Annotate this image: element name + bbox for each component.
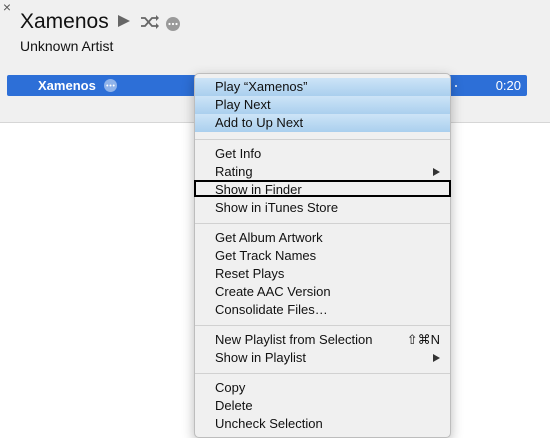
menu-item-label: Get Album Artwork xyxy=(215,230,323,245)
menu-item-label: Delete xyxy=(215,398,253,413)
menu-item-delete[interactable]: Delete xyxy=(195,397,450,415)
track-name: Xamenos xyxy=(38,78,96,93)
menu-item-label: Copy xyxy=(215,380,246,395)
play-icon[interactable] xyxy=(116,14,132,28)
menu-item-play-next[interactable]: Play Next xyxy=(195,96,450,114)
menu-separator xyxy=(195,223,450,224)
menu-item-consolidate-files[interactable]: Consolidate Files… xyxy=(195,301,450,319)
menu-item-play[interactable]: Play “Xamenos” xyxy=(195,78,450,96)
menu-item-copy[interactable]: Copy xyxy=(195,379,450,397)
menu-item-shortcut: ⇧⌘N xyxy=(406,332,440,347)
album-title: Xamenos xyxy=(20,10,109,33)
submenu-arrow-icon xyxy=(433,168,440,176)
menu-item-get-info[interactable]: Get Info xyxy=(195,145,450,163)
menu-item-label: Show in iTunes Store xyxy=(215,200,339,215)
menu-item-get-album-artwork[interactable]: Get Album Artwork xyxy=(195,229,450,247)
menu-item-label: Uncheck Selection xyxy=(215,416,323,431)
menu-item-label: Consolidate Files… xyxy=(215,302,328,317)
menu-item-get-track-names[interactable]: Get Track Names xyxy=(195,247,450,265)
menu-item-label: Create AAC Version xyxy=(215,284,331,299)
menu-separator xyxy=(195,373,450,374)
track-marker xyxy=(455,85,457,87)
menu-item-label: Play “Xamenos” xyxy=(215,79,308,94)
menu-item-label: Get Track Names xyxy=(215,248,317,263)
menu-item-label: New Playlist from Selection xyxy=(215,332,373,347)
menu-item-label: Rating xyxy=(215,164,253,179)
menu-separator xyxy=(195,325,450,326)
close-icon[interactable]: × xyxy=(0,0,14,14)
track-options-icon[interactable] xyxy=(103,78,118,93)
menu-item-uncheck-selection[interactable]: Uncheck Selection xyxy=(195,415,450,433)
menu-item-label: Add to Up Next xyxy=(215,115,304,130)
menu-item-label: Reset Plays xyxy=(215,266,285,281)
menu-item-rating[interactable]: Rating xyxy=(195,163,450,181)
menu-item-show-in-itunes-store[interactable]: Show in iTunes Store xyxy=(195,199,450,217)
menu-item-label: Get Info xyxy=(215,146,262,161)
menu-item-create-aac-version[interactable]: Create AAC Version xyxy=(195,283,450,301)
menu-item-new-playlist-from-selection[interactable]: New Playlist from Selection ⇧⌘N xyxy=(195,331,450,349)
menu-item-label: Show in Playlist xyxy=(215,350,307,365)
menu-item-reset-plays[interactable]: Reset Plays xyxy=(195,265,450,283)
menu-item-show-in-playlist[interactable]: Show in Playlist xyxy=(195,349,450,367)
shuffle-icon[interactable] xyxy=(140,14,160,30)
menu-separator xyxy=(195,139,450,140)
show-in-finder-outline xyxy=(194,180,451,197)
menu-item-add-to-up-next[interactable]: Add to Up Next xyxy=(195,114,450,132)
context-menu: Play “Xamenos” Play Next Add to Up Next … xyxy=(194,73,451,438)
artist-name: Unknown Artist xyxy=(20,38,114,54)
track-duration: 0:20 xyxy=(495,78,521,93)
submenu-arrow-icon xyxy=(433,354,440,362)
menu-item-label: Play Next xyxy=(215,97,271,112)
ellipsis-circle-icon[interactable] xyxy=(165,16,181,32)
